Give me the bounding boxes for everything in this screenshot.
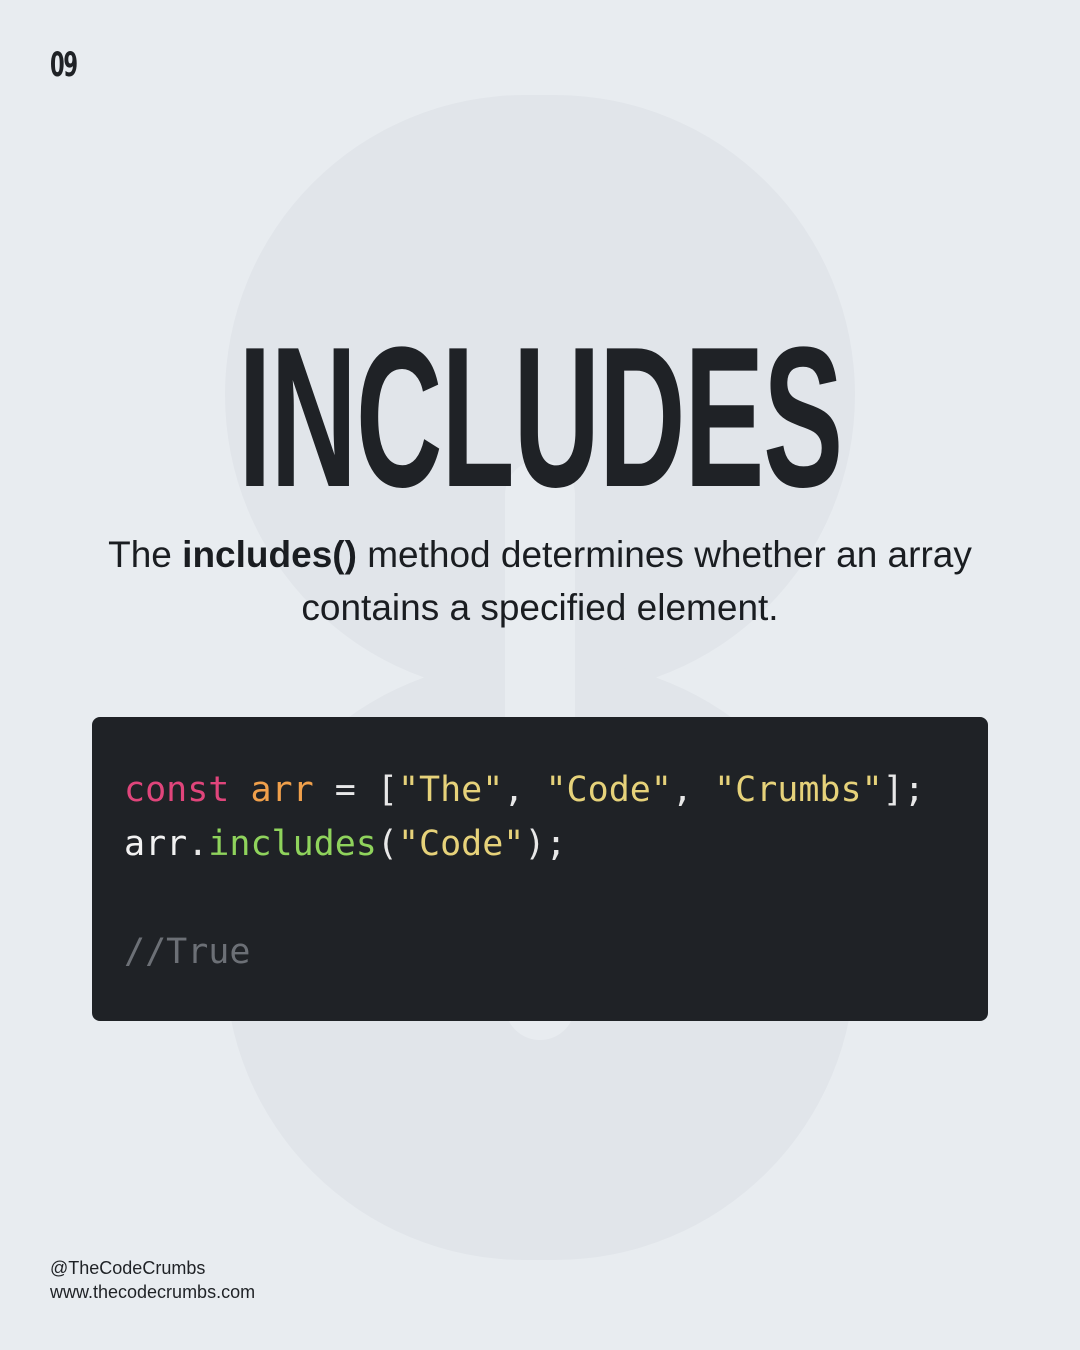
code-comment: //True [124, 932, 251, 972]
code-comma-1: , [503, 770, 525, 810]
code-paren-open: ( [376, 824, 398, 864]
footer-handle: @TheCodeCrumbs [50, 1258, 206, 1278]
code-identifier: arr [124, 824, 188, 864]
code-operator: = [334, 770, 356, 810]
code-dot: . [187, 824, 209, 864]
background-eight-shape [225, 95, 855, 1260]
code-paren-close: ); [524, 824, 567, 864]
code-line-2: arr.includes("Code"); [124, 817, 956, 871]
code-argument: "Code" [397, 824, 525, 864]
code-block: const arr = ["The", "Code", "Crumbs"]; a… [92, 717, 988, 1021]
description-rest: method determines whether an array conta… [301, 534, 972, 628]
page-title-text: INCLUDES [238, 306, 843, 529]
footer: @TheCodeCrumbs www.thecodecrumbs.com [50, 1256, 255, 1304]
page-title: INCLUDES [0, 318, 1080, 518]
code-comma-2: , [671, 770, 693, 810]
footer-website: www.thecodecrumbs.com [50, 1282, 256, 1302]
description: The includes() method determines whether… [90, 528, 990, 634]
code-line-1: const arr = ["The", "Code", "Crumbs"]; [124, 763, 956, 817]
code-string-1: "The" [397, 770, 504, 810]
code-bracket-close: ]; [882, 770, 925, 810]
description-prefix: The [108, 534, 183, 575]
code-bracket-open: [ [376, 770, 398, 810]
description-method: includes() [182, 534, 357, 575]
code-string-3: "Crumbs" [714, 770, 883, 810]
code-string-2: "Code" [545, 770, 672, 810]
page-number: 09 [50, 45, 78, 85]
code-method: includes [208, 824, 377, 864]
code-variable: arr [250, 770, 314, 810]
code-keyword: const [124, 770, 230, 810]
